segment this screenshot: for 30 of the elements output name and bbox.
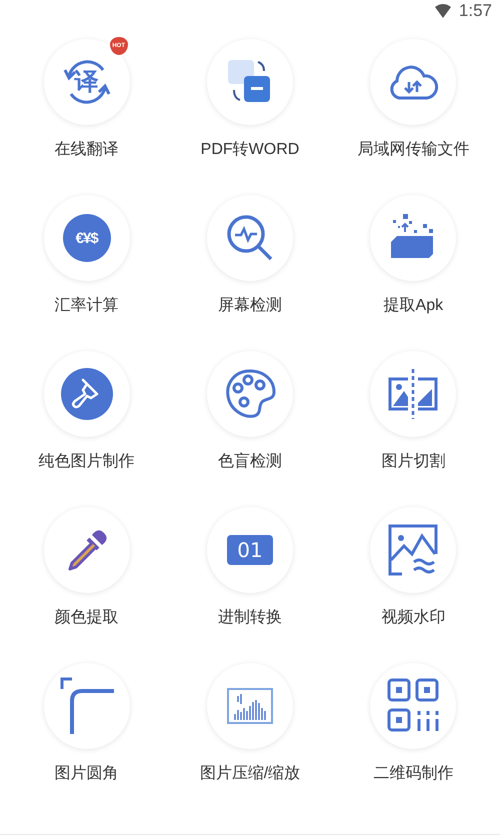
translate-glyph: 译 [74,67,99,98]
tool-button[interactable]: €¥$ [44,195,130,281]
tool-label: 图片压缩/缩放 [200,764,300,784]
tool-label: PDF转WORD [200,140,300,160]
currency-glyph: €¥$ [62,214,111,262]
qr-code-icon [387,678,440,734]
tool-label: 二维码制作 [373,764,454,784]
tool-label: 汇率计算 [54,296,119,316]
tool-label: 在线翻译 [54,140,119,160]
rounded-corner-icon [60,677,114,735]
status-time: 1:57 [458,1,492,21]
tool-button[interactable]: 01 [206,507,293,593]
tool-label: 图片圆角 [54,764,119,784]
palette-icon [224,368,276,420]
tool-label: 进制转换 [218,608,282,628]
tool-label: 局域网传输文件 [357,140,470,160]
tool-label: 色盲检测 [218,452,282,472]
tool-label: 纯色图片制作 [38,452,135,472]
image-split-icon [386,367,440,421]
tool-label: 图片切割 [381,452,446,472]
tool-label: 提取Apk [384,296,444,316]
brush-icon [60,368,113,420]
binary-glyph: 01 [227,535,273,565]
image-compress-icon [226,688,273,724]
tool-label: 视频水印 [381,608,446,628]
tool-label: 屏幕检测 [218,296,282,316]
image-wave-icon [388,524,438,576]
tool-label: 颜色提取 [54,608,119,628]
signal-icon [434,4,451,18]
search-icon [224,213,275,263]
